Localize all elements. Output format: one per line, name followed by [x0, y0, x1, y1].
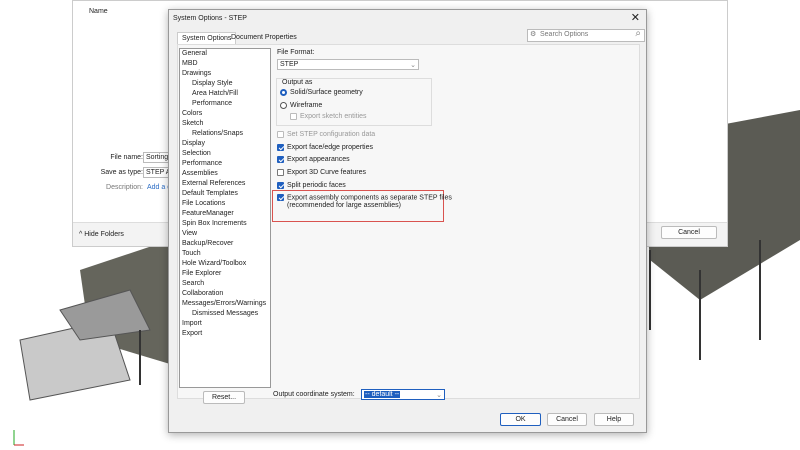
assembly-label-line1: Export assembly components as separate S… [287, 194, 452, 202]
hide-folders-label: Hide Folders [84, 231, 124, 238]
tree-item[interactable]: Search [180, 279, 270, 289]
tab-system-options[interactable]: System Options [177, 32, 237, 44]
gear-icon: ⚙ [530, 31, 537, 38]
tree-item[interactable]: Performance [180, 159, 270, 169]
tree-item[interactable]: Drawings [180, 69, 270, 79]
output-as-label: Output as [282, 79, 313, 86]
export-sketch-checkbox[interactable]: Export sketch entities [290, 111, 367, 123]
appearances-label: Export appearances [287, 156, 350, 163]
file-format-select[interactable]: STEP ⌄ [277, 59, 419, 70]
ok-button[interactable]: OK [500, 413, 541, 426]
tree-item[interactable]: Colors [180, 109, 270, 119]
output-as-group: Output as Solid/Surface geometry Wirefra… [276, 78, 432, 126]
tree-item[interactable]: Performance [180, 99, 270, 109]
tree-item[interactable]: Hole Wizard/Toolbox [180, 259, 270, 269]
tree-item[interactable]: Export [180, 329, 270, 339]
coord-system-value: -- default -- [364, 391, 401, 398]
tree-item[interactable]: Area Hatch/Fill [180, 89, 270, 99]
tree-item[interactable]: External References [180, 179, 270, 189]
chevron-down-icon: ⌄ [410, 62, 416, 69]
search-placeholder: Search Options [540, 31, 589, 38]
tree-item[interactable]: Touch [180, 249, 270, 259]
face-edge-label: Export face/edge properties [287, 144, 373, 151]
tree-item[interactable]: Dismissed Messages [180, 309, 270, 319]
export-face-edge-checkbox[interactable]: Export face/edge properties [277, 142, 373, 154]
coord-system-select[interactable]: -- default -- ⌄ [361, 389, 445, 400]
search-icon[interactable]: ⌕ [635, 30, 641, 39]
checkbox-checked-icon [277, 143, 284, 151]
tree-item[interactable]: MBD [180, 59, 270, 69]
checkbox-checked-icon [277, 155, 284, 163]
radio-selected-icon [280, 88, 287, 96]
checkbox-icon [290, 112, 297, 120]
file-format-label: File Format: [277, 49, 315, 56]
radio-solid-surface[interactable]: Solid/Surface geometry [280, 87, 363, 99]
close-icon[interactable]: ✕ [631, 11, 640, 24]
tree-item[interactable]: FeatureManager [180, 209, 270, 219]
set-step-config-checkbox[interactable]: Set STEP configuration data [277, 129, 375, 141]
help-button[interactable]: Help [594, 413, 634, 426]
radio-wireframe-label: Wireframe [290, 102, 323, 109]
radio-icon [280, 101, 287, 109]
checkbox-icon [277, 130, 284, 138]
set-config-label: Set STEP configuration data [287, 131, 376, 138]
export-appearances-checkbox[interactable]: Export appearances [277, 154, 350, 166]
checkbox-icon [277, 168, 284, 176]
tree-item[interactable]: Display Style [180, 79, 270, 89]
tree-item[interactable]: General [180, 49, 270, 59]
reset-button[interactable]: Reset... [203, 391, 245, 404]
cancel-button[interactable]: Cancel [547, 413, 587, 426]
tree-item[interactable]: Collaboration [180, 289, 270, 299]
export-sketch-label: Export sketch entities [300, 113, 367, 120]
tree-item[interactable]: Display [180, 139, 270, 149]
chevron-down-icon: ⌄ [436, 392, 442, 399]
system-options-dialog: System Options - STEP ✕ System Options D… [168, 9, 647, 433]
tree-item[interactable]: Relations/Snaps [180, 129, 270, 139]
hide-folders-button[interactable]: ^ Hide Folders [79, 231, 124, 238]
options-tree[interactable]: General MBD Drawings Display Style Area Hatc… [179, 48, 271, 388]
3d-curve-label: Export 3D Curve features [287, 169, 366, 176]
tree-item[interactable]: Default Templates [180, 189, 270, 199]
column-header-name[interactable]: Name [89, 8, 108, 15]
split-label: Split periodic faces [287, 182, 346, 189]
coord-system-label: Output coordinate system: [273, 391, 355, 398]
tree-item[interactable]: Backup/Recover [180, 239, 270, 249]
file-name-label: File name: [110, 154, 143, 161]
tree-item[interactable]: View [180, 229, 270, 239]
cancel-button[interactable]: Cancel [661, 226, 717, 239]
file-format-value: STEP [280, 61, 299, 68]
dialog-title: System Options - STEP [173, 15, 247, 22]
save-as-type-label: Save as type: [100, 169, 143, 176]
checkbox-checked-icon [277, 194, 284, 201]
checkbox-checked-icon [277, 181, 284, 189]
search-options-input[interactable]: ⚙ Search Options ⌕ [527, 29, 645, 42]
export-3d-curve-checkbox[interactable]: Export 3D Curve features [277, 167, 366, 179]
assembly-label-line2: (recommended for large assemblies) [287, 202, 401, 210]
description-label: Description: [106, 184, 143, 191]
tree-item[interactable]: Sketch [180, 119, 270, 129]
tree-item[interactable]: Messages/Errors/Warnings [180, 299, 270, 309]
tree-item[interactable]: Spin Box Increments [180, 219, 270, 229]
tree-item[interactable]: Selection [180, 149, 270, 159]
tree-item[interactable]: Import [180, 319, 270, 329]
radio-solid-label: Solid/Surface geometry [290, 89, 363, 96]
tree-item[interactable]: File Locations [180, 199, 270, 209]
export-assembly-components-checkbox[interactable]: Export assembly components as separate S… [277, 194, 452, 210]
tree-item[interactable]: Assemblies [180, 169, 270, 179]
tree-item[interactable]: File Explorer [180, 269, 270, 279]
tab-document-properties[interactable]: Document Properties [231, 34, 297, 41]
